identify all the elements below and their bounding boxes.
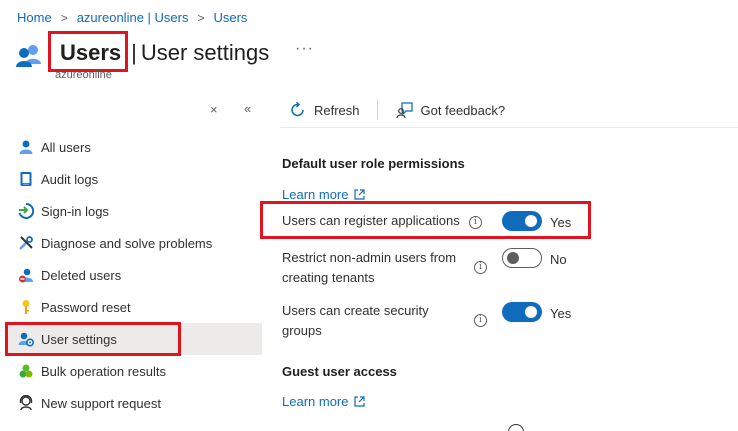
sidebar-item-label: Audit logs [41, 171, 99, 187]
sidebar-item-label: Bulk operation results [41, 363, 167, 379]
sidebar-item-label: Sign-in logs [41, 203, 109, 219]
sidebar-item-support-request[interactable]: New support request [8, 387, 262, 419]
title-separator: | [131, 40, 137, 65]
key-icon [17, 299, 34, 316]
section-title-guest-access: Guest user access [282, 364, 397, 379]
restrict-tenants-value: No [550, 252, 567, 267]
external-link-icon [354, 189, 366, 200]
toolbar-divider [376, 100, 378, 120]
learn-more-link[interactable]: Learn more [282, 187, 366, 202]
guest-learn-more-link[interactable]: Learn more [282, 394, 366, 409]
deleted-user-icon [17, 267, 34, 284]
guest-access-radio[interactable] [508, 424, 524, 431]
sidebar-nav: All users Audit logs Sign-in logs Diagno… [5, 131, 262, 419]
breadcrumb-users[interactable]: Users [213, 10, 247, 25]
sidebar-item-label: All users [41, 139, 91, 155]
register-apps-label: Users can register applications [282, 213, 460, 228]
register-apps-toggle[interactable] [502, 211, 542, 231]
info-icon[interactable]: i [469, 216, 482, 229]
security-groups-label-line2: groups [282, 323, 322, 338]
user-icon [17, 139, 34, 156]
breadcrumb-separator: > [60, 10, 68, 25]
bulk-icon [17, 363, 34, 380]
wrench-icon [17, 235, 34, 252]
refresh-icon [289, 101, 307, 119]
info-icon[interactable]: i [474, 261, 487, 274]
breadcrumb-separator: > [197, 10, 205, 25]
refresh-label: Refresh [314, 102, 360, 118]
breadcrumb: Home > azureonline | Users > Users [17, 10, 247, 25]
feedback-button[interactable]: Got feedback? [395, 101, 506, 119]
sidebar-item-label: User settings [41, 331, 117, 347]
page-title: Users [48, 31, 128, 72]
page-header: Users | User settings [14, 31, 270, 72]
restrict-tenants-label-line2: creating tenants [282, 270, 375, 285]
close-icon[interactable]: × [210, 102, 218, 117]
user-settings-icon [17, 331, 34, 348]
feedback-icon [395, 101, 414, 119]
command-bar: Refresh Got feedback? [289, 100, 505, 120]
security-groups-value: Yes [550, 306, 572, 321]
page-subtitle: User settings [140, 40, 270, 65]
security-groups-label-line1: Users can create security [282, 303, 429, 318]
sign-in-icon [17, 203, 34, 220]
sidebar-item-sign-in-logs[interactable]: Sign-in logs [8, 195, 262, 227]
section-title-default-permissions: Default user role permissions [282, 156, 465, 171]
tenant-name: azureonline [55, 69, 112, 81]
sidebar-item-label: Diagnose and solve problems [41, 235, 213, 251]
restrict-tenants-toggle[interactable] [502, 248, 542, 268]
refresh-button[interactable]: Refresh [289, 101, 360, 119]
toolbar-divider-line [280, 127, 738, 128]
register-apps-value: Yes [550, 215, 572, 230]
sidebar-item-diagnose[interactable]: Diagnose and solve problems [8, 227, 262, 259]
audit-log-icon [17, 171, 34, 188]
more-options-button[interactable]: ··· [295, 40, 314, 58]
feedback-label: Got feedback? [420, 102, 506, 118]
sidebar-item-label: Deleted users [41, 267, 122, 283]
security-groups-toggle[interactable] [502, 302, 542, 322]
collapse-sidebar-icon[interactable]: « [244, 101, 251, 116]
info-icon[interactable]: i [474, 314, 487, 327]
breadcrumb-tenant-users[interactable]: azureonline | Users [77, 10, 189, 25]
users-icon [14, 40, 44, 70]
restrict-tenants-label-line1: Restrict non-admin users from [282, 250, 457, 265]
sidebar-item-label: New support request [41, 395, 161, 411]
sidebar-item-audit-logs[interactable]: Audit logs [8, 163, 262, 195]
sidebar-item-user-settings[interactable]: User settings [5, 322, 262, 356]
support-icon [17, 395, 34, 412]
sidebar-item-password-reset[interactable]: Password reset [8, 291, 262, 323]
breadcrumb-home[interactable]: Home [17, 10, 52, 25]
sidebar-item-deleted-users[interactable]: Deleted users [8, 259, 262, 291]
sidebar-item-all-users[interactable]: All users [8, 131, 262, 163]
sidebar-item-bulk-operations[interactable]: Bulk operation results [8, 355, 262, 387]
external-link-icon [354, 396, 366, 407]
sidebar-item-label: Password reset [41, 299, 131, 315]
